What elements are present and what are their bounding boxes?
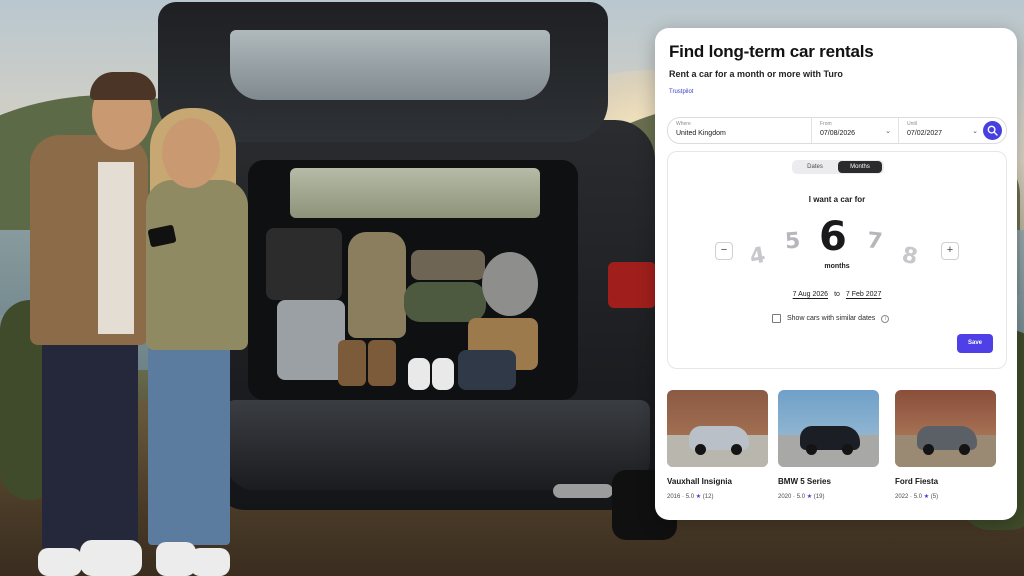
hiking-boot xyxy=(338,340,366,386)
car-card[interactable]: Vauxhall Insignia 2016 · 5.0 ★ (12) xyxy=(667,390,768,500)
car-list: Vauxhall Insignia 2016 · 5.0 ★ (12) BMW … xyxy=(667,390,1007,510)
increase-button[interactable]: + xyxy=(941,242,959,260)
car-photo xyxy=(895,390,996,467)
suitcase-silver xyxy=(277,300,345,380)
woman-sneaker xyxy=(190,548,230,576)
rental-card: Find long-term car rentals Rent a car fo… xyxy=(655,28,1017,520)
rear-window xyxy=(290,168,540,218)
page-subtitle: Rent a car for a month or more with Turo xyxy=(669,69,843,79)
until-date-field[interactable]: Until 07/02/2027 ⌄ xyxy=(898,118,986,143)
dial-option[interactable]: 7 xyxy=(866,228,884,254)
sneaker xyxy=(408,358,430,390)
woman-jacket xyxy=(146,180,248,350)
where-value: United Kingdom xyxy=(676,130,726,137)
man-jeans xyxy=(42,335,138,550)
taillight xyxy=(608,262,656,308)
similar-dates-label: Show cars with similar dates xyxy=(787,315,876,322)
star-icon: ★ xyxy=(923,494,930,500)
car-name: BMW 5 Series xyxy=(778,477,831,486)
duration-prompt: I want a car for xyxy=(808,195,866,204)
man-sneaker xyxy=(80,540,142,576)
mode-toggle: Dates Months xyxy=(792,160,884,174)
car-card[interactable]: BMW 5 Series 2020 · 5.0 ★ (19) xyxy=(778,390,879,500)
from-value: 07/08/2026 xyxy=(820,130,856,137)
sneaker xyxy=(432,358,454,390)
until-value: 07/02/2027 xyxy=(907,130,943,137)
travel-pillow xyxy=(482,252,538,316)
similar-dates-option[interactable]: Show cars with similar dates i xyxy=(772,314,890,323)
search-icon xyxy=(987,125,998,136)
dial-selected-value[interactable]: 6 xyxy=(819,214,847,260)
dial-option[interactable]: 5 xyxy=(784,228,801,254)
car-photo xyxy=(667,390,768,467)
where-field[interactable]: Where United Kingdom xyxy=(668,118,811,143)
search-bar: Where United Kingdom From 07/08/2026 ⌄ U… xyxy=(667,117,1007,144)
until-label: Until xyxy=(907,121,918,127)
car-name: Vauxhall Insignia xyxy=(667,477,732,486)
search-button[interactable] xyxy=(983,121,1002,140)
woman-head xyxy=(162,118,220,188)
range-separator: to xyxy=(834,291,840,298)
tailgate-window xyxy=(230,30,550,100)
where-label: Where xyxy=(676,121,691,127)
car-meta: 2016 · 5.0 ★ (12) xyxy=(667,494,714,500)
exhaust-pipe xyxy=(553,484,613,498)
from-date-field[interactable]: From 07/08/2026 ⌄ xyxy=(811,118,899,143)
tab-dates[interactable]: Dates xyxy=(793,161,837,173)
from-label: From xyxy=(820,121,832,127)
decrease-button[interactable]: − xyxy=(715,242,733,260)
chevron-down-icon: ⌄ xyxy=(885,128,891,135)
end-date-link[interactable]: 7 Feb 2027 xyxy=(846,291,881,298)
trustpilot-link[interactable]: Trustpilot xyxy=(669,89,693,95)
car-card[interactable]: Ford Fiesta 2022 · 5.0 ★ (5) xyxy=(895,390,996,500)
similar-dates-checkbox[interactable] xyxy=(772,314,781,323)
start-date-link[interactable]: 7 Aug 2026 xyxy=(793,291,828,298)
car-meta: 2020 · 5.0 ★ (19) xyxy=(778,494,825,500)
chevron-down-icon: ⌄ xyxy=(972,128,978,135)
man-shirt xyxy=(98,162,134,334)
date-range: 7 Aug 2026 to 7 Feb 2027 xyxy=(668,291,1006,298)
hiking-boot xyxy=(368,340,396,386)
man-sneaker xyxy=(38,548,82,576)
duration-unit: months xyxy=(824,263,850,270)
suitcase-dark xyxy=(266,228,342,300)
tab-months[interactable]: Months xyxy=(838,161,882,173)
suv-bumper xyxy=(225,400,650,490)
blanket xyxy=(411,250,485,280)
page-title: Find long-term car rentals xyxy=(669,42,874,61)
backpack xyxy=(348,232,406,338)
duffel-bag xyxy=(404,282,486,322)
star-icon: ★ xyxy=(806,494,813,500)
star-icon: ★ xyxy=(695,494,702,500)
save-button[interactable]: Save xyxy=(957,334,993,353)
info-icon[interactable]: i xyxy=(881,314,890,323)
cooler-bag xyxy=(458,350,516,390)
car-meta: 2022 · 5.0 ★ (5) xyxy=(895,494,939,500)
car-photo xyxy=(778,390,879,467)
man-hair xyxy=(90,72,156,100)
car-name: Ford Fiesta xyxy=(895,477,939,486)
duration-panel: Dates Months I want a car for − 4 5 6 7 … xyxy=(667,151,1007,369)
